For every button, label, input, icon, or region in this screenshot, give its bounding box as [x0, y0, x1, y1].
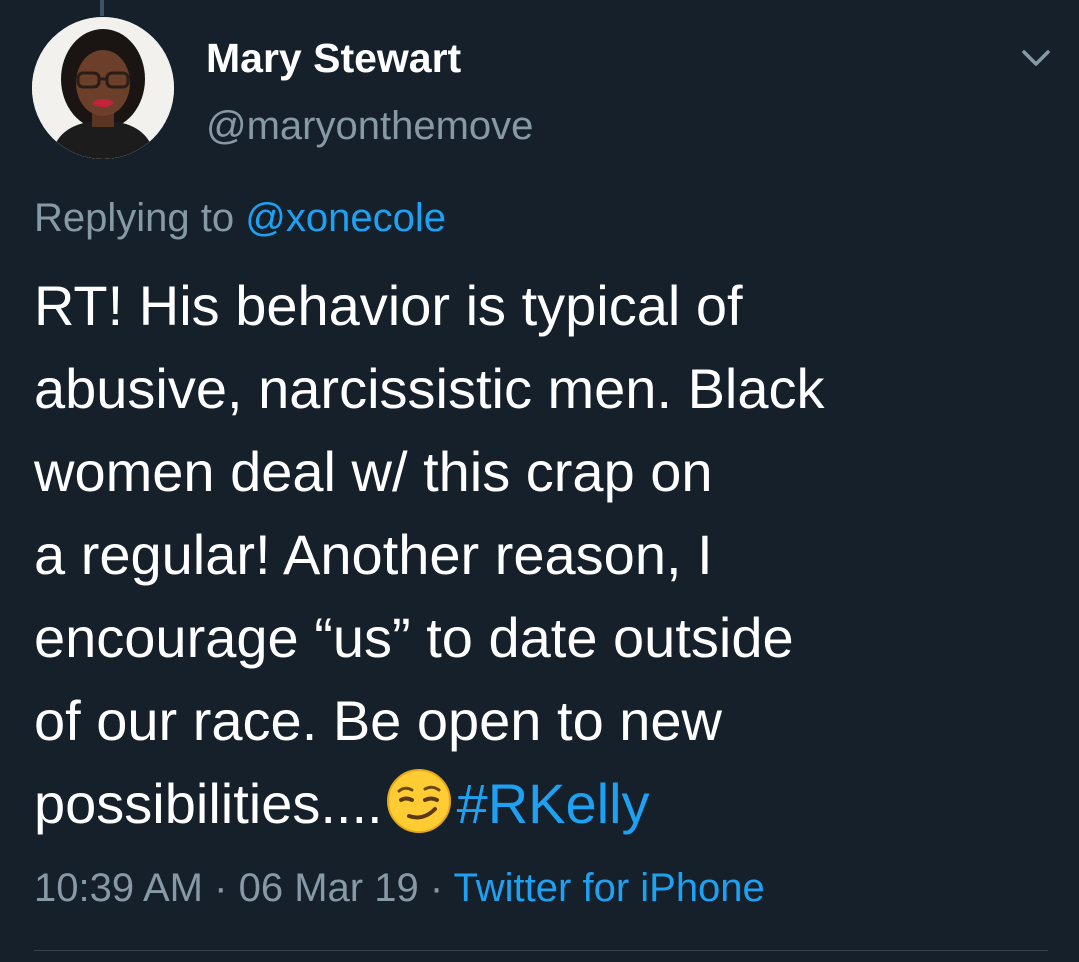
smirking-face-emoji-icon — [385, 767, 453, 835]
tweet-time[interactable]: 10:39 AM — [34, 866, 203, 910]
author-handle[interactable]: @maryonthemove — [206, 100, 533, 152]
tweet-text-line: RT! His behavior is typical of — [34, 274, 743, 337]
divider — [34, 950, 1048, 951]
meta-separator: · — [429, 866, 444, 910]
avatar[interactable] — [32, 17, 174, 159]
chevron-down-icon — [1022, 50, 1050, 66]
tweet-text-line: encourage “us” to date outside — [34, 606, 794, 669]
tweet-text-line: of our race. Be open to new — [34, 689, 722, 752]
thread-connector-line — [100, 0, 104, 16]
tweet-date[interactable]: 06 Mar 19 — [239, 866, 419, 910]
profile-photo-icon — [32, 17, 174, 159]
tweet-text-last-line: possibilities.... #RKelly — [34, 762, 1044, 845]
tweet-text-line: a regular! Another reason, I — [34, 523, 713, 586]
author-display-name[interactable]: Mary Stewart — [206, 32, 461, 84]
tweet-source-link[interactable]: Twitter for iPhone — [454, 866, 765, 910]
meta-separator: · — [214, 866, 228, 910]
tweet-text: RT! His behavior is typical of abusive, … — [34, 264, 1044, 845]
hashtag-link[interactable]: #RKelly — [457, 772, 650, 835]
tweet-menu-button[interactable] — [1016, 44, 1056, 74]
replying-to-label: Replying to — [34, 196, 235, 240]
tweet-text-line: women deal w/ this crap on — [34, 440, 713, 503]
tweet-text-line: possibilities.... — [34, 772, 383, 835]
tweet-metadata: 10:39 AM · 06 Mar 19 · Twitter for iPhon… — [34, 862, 765, 914]
tweet-text-line: abusive, narcissistic men. Black — [34, 357, 825, 420]
replying-to-mention-link[interactable]: @xonecole — [245, 196, 446, 240]
replying-to-line: Replying to @xonecole — [34, 192, 446, 244]
